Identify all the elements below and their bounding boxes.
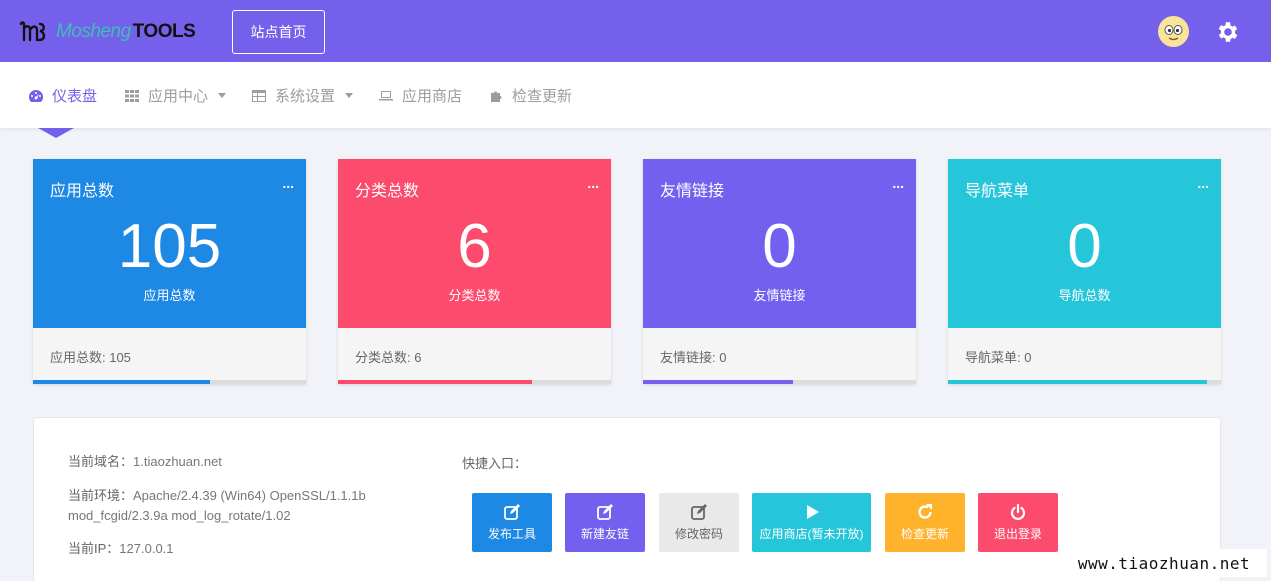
nav-label: 系统设置 — [275, 88, 336, 105]
card-footer: 分类总数: 6 — [355, 350, 422, 365]
card-progress — [338, 380, 611, 384]
more-icon[interactable]: ... — [892, 175, 904, 191]
nav-item-system-settings[interactable]: 系统设置 — [251, 85, 354, 106]
avatar[interactable] — [1158, 16, 1189, 47]
card-header: 分类总数 ... 6 分类总数 — [338, 159, 611, 328]
avatar-face-icon — [1158, 16, 1189, 47]
env-value-line-2: mod_fcgid/2.3.9a mod_log_rotate/1.02 — [68, 508, 291, 523]
card-subtitle: 分类总数 — [448, 288, 501, 303]
chevron-down-icon — [345, 93, 354, 98]
card-progress-fill — [948, 380, 1208, 384]
nav-label: 检查更新 — [512, 88, 573, 105]
button-label: 修改密码 — [674, 527, 723, 541]
check-update-button[interactable]: 检查更新 — [885, 493, 965, 552]
button-label: 检查更新 — [900, 527, 949, 541]
nav-item-check-update[interactable]: 检查更新 — [488, 85, 572, 106]
card-title: 分类总数 — [355, 183, 420, 200]
change-password-button[interactable]: 修改密码 — [659, 493, 739, 552]
more-icon[interactable]: ... — [282, 175, 294, 191]
environment-info: 当前环境：Apache/2.4.39 (Win64) OpenSSL/1.1.1… — [68, 486, 366, 526]
dashboard-icon — [29, 89, 44, 102]
card-footer: 应用总数: 105 — [50, 350, 131, 365]
stat-card-nav-menus: 导航菜单 ... 0 导航总数 导航菜单: 0 — [948, 159, 1221, 384]
play-icon — [806, 505, 819, 519]
more-icon[interactable]: ... — [1197, 175, 1209, 191]
card-progress-fill — [338, 380, 532, 384]
nav-active-pointer — [38, 128, 74, 138]
nav-item-app-store[interactable]: 应用商店 — [378, 85, 462, 106]
logo-brand: Mosheng — [56, 21, 131, 42]
power-icon — [1010, 503, 1026, 520]
nav-item-app-center[interactable]: 应用中心 — [124, 85, 227, 106]
card-subtitle: 导航总数 — [1058, 288, 1111, 303]
card-subtitle: 应用总数 — [143, 288, 196, 303]
app-store-button[interactable]: 应用商店(暂未开放) — [752, 493, 871, 552]
publish-tool-button[interactable]: 发布工具 — [472, 493, 552, 552]
card-subtitle: 友情链接 — [753, 288, 806, 303]
button-label: 应用商店(暂未开放) — [759, 527, 864, 541]
card-header: 导航菜单 ... 0 导航总数 — [948, 159, 1221, 328]
nav-item-dashboard[interactable]: 仪表盘 — [28, 85, 97, 106]
card-header: 友情链接 ... 0 友情链接 — [643, 159, 916, 328]
domain-value: 1.tiaozhuan.net — [133, 454, 222, 469]
edit-icon — [504, 504, 520, 520]
grid-icon — [125, 89, 139, 102]
card-progress-fill — [643, 380, 794, 384]
server-info-panel: 当前域名：1.tiaozhuan.net 当前环境：Apache/2.4.39 … — [33, 417, 1221, 581]
ip-label: 当前IP： — [68, 541, 120, 556]
new-friend-link-button[interactable]: 新建友链 — [565, 493, 645, 552]
chevron-down-icon — [218, 93, 227, 98]
gear-icon[interactable] — [1215, 19, 1241, 45]
card-progress — [33, 380, 306, 384]
card-value: 0 — [762, 212, 797, 281]
more-icon[interactable]: ... — [587, 175, 599, 191]
site-home-button[interactable]: 站点首页 — [232, 10, 325, 54]
button-label: 退出登录 — [993, 527, 1042, 541]
card-value: 6 — [457, 212, 492, 281]
domain-label: 当前域名： — [68, 454, 134, 469]
main-nav: 仪表盘 应用中心 系统设置 应用商店 检查更新 — [0, 62, 1271, 128]
edit-icon — [691, 504, 707, 520]
card-progress — [643, 380, 916, 384]
watermark: www.tiaozhuan.net — [1061, 549, 1267, 577]
logo-suffix: TOOLS — [132, 21, 196, 42]
card-progress-fill — [33, 380, 211, 384]
logo[interactable]: Mosheng TOOLS — [18, 20, 196, 44]
quick-entry-label: 快捷入口： — [462, 456, 528, 471]
card-value: 0 — [1067, 212, 1102, 281]
button-label: 新建友链 — [580, 527, 629, 541]
puzzle-icon — [491, 91, 502, 102]
table-icon — [252, 89, 266, 102]
card-title: 友情链接 — [660, 183, 725, 200]
card-progress — [948, 380, 1221, 384]
nav-label: 应用商店 — [402, 88, 463, 105]
stat-card-categories: 分类总数 ... 6 分类总数 分类总数: 6 — [338, 159, 611, 384]
nav-label: 仪表盘 — [52, 88, 98, 105]
stat-card-friend-links: 友情链接 ... 0 友情链接 友情链接: 0 — [643, 159, 916, 384]
ip-value: 127.0.0.1 — [119, 541, 174, 556]
logo-text: Mosheng TOOLS — [56, 21, 196, 43]
stat-card-apps: 应用总数 ... 105 应用总数 应用总数: 105 — [33, 159, 306, 384]
domain-info: 当前域名：1.tiaozhuan.net — [68, 452, 222, 472]
ip-info: 当前IP：127.0.0.1 — [68, 539, 174, 559]
refresh-icon — [918, 504, 932, 519]
card-footer: 导航菜单: 0 — [965, 350, 1032, 365]
nav-label: 应用中心 — [148, 88, 209, 105]
logo-mark-icon — [19, 21, 46, 42]
card-footer: 友情链接: 0 — [660, 350, 727, 365]
env-value-line-1: Apache/2.4.39 (Win64) OpenSSL/1.1.1b — [133, 488, 366, 503]
card-title: 导航菜单 — [965, 183, 1030, 200]
logout-button[interactable]: 退出登录 — [978, 493, 1058, 552]
top-header: Mosheng TOOLS 站点首页 — [0, 0, 1271, 62]
card-value: 105 — [117, 212, 222, 281]
card-header: 应用总数 ... 105 应用总数 — [33, 159, 306, 328]
laptop-icon — [379, 90, 393, 100]
card-title: 应用总数 — [50, 183, 115, 200]
button-label: 发布工具 — [487, 527, 536, 541]
env-label: 当前环境： — [68, 488, 134, 503]
edit-icon — [597, 504, 613, 520]
